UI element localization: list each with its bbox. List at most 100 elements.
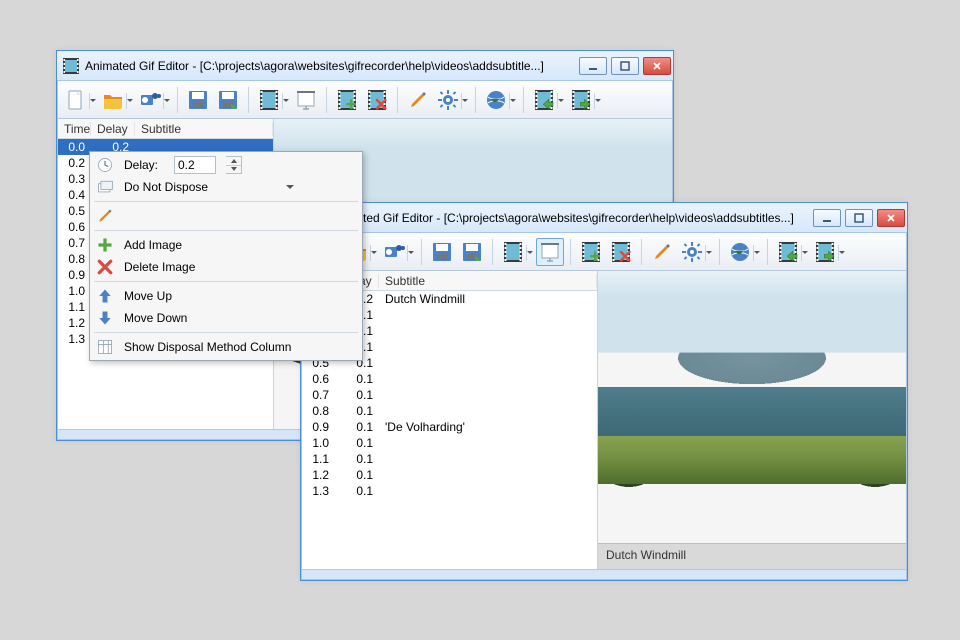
toolbar-add-frame[interactable] (333, 86, 361, 114)
dropdown-arrow-icon[interactable] (801, 245, 808, 261)
spinner-down[interactable] (226, 166, 241, 174)
dropdown-arrow-icon[interactable] (407, 245, 414, 261)
toolbar-record-camera[interactable] (380, 238, 408, 266)
table-row[interactable]: 0.70.1 (302, 387, 597, 403)
dropdown-arrow-icon[interactable] (594, 93, 601, 109)
toolbar-upload-web[interactable] (482, 86, 510, 114)
cell-time: 0.7 (58, 236, 91, 250)
dropdown-arrow-icon[interactable] (705, 245, 712, 261)
delay-input[interactable] (174, 156, 216, 174)
toolbar-save[interactable] (428, 238, 456, 266)
cell-subtitle: 'De Volharding' (379, 420, 597, 434)
dropdown-arrow-icon[interactable] (370, 245, 377, 261)
table-row[interactable]: 0.90.1'De Volharding' (302, 419, 597, 435)
toolbar-upload-web[interactable] (726, 238, 754, 266)
col-subtitle[interactable]: Subtitle (135, 122, 273, 136)
maximize-button[interactable] (845, 209, 873, 227)
frame-preview-image (598, 271, 906, 543)
menu-dispose[interactable]: Do Not Dispose (92, 176, 360, 198)
cell-delay: 0.1 (335, 436, 379, 450)
toolbar-open-folder[interactable] (99, 86, 127, 114)
dropdown-arrow-icon[interactable] (163, 93, 170, 109)
toolbar-save-as[interactable] (214, 86, 242, 114)
minimize-button[interactable] (579, 57, 607, 75)
dropdown-arrow-icon[interactable] (89, 93, 96, 109)
toolbar-export-left[interactable] (774, 238, 802, 266)
toolbar-add-frame[interactable] (577, 238, 605, 266)
dropdown-arrow-icon[interactable] (557, 93, 564, 109)
col-delay[interactable]: Delay (91, 122, 135, 136)
titlebar[interactable]: Animated Gif Editor - [C:\projects\agora… (301, 203, 907, 233)
dropdown-arrow-icon[interactable] (126, 93, 133, 109)
toolbar-new-file[interactable] (62, 86, 90, 114)
table-row[interactable]: 0.60.1 (302, 371, 597, 387)
dropdown-arrow-icon[interactable] (526, 245, 533, 261)
cell-time: 0.5 (58, 204, 91, 218)
toolbar-edit-frame[interactable] (404, 86, 432, 114)
toolbar-projector-screen[interactable] (292, 86, 320, 114)
toolbar-delete-frame[interactable] (607, 238, 635, 266)
cell-time: 1.0 (302, 436, 335, 450)
toolbar-edit-frame[interactable] (648, 238, 676, 266)
dropdown-arrow-icon[interactable] (461, 93, 468, 109)
menu-show-disposal[interactable]: Show Disposal Method Column (92, 336, 360, 358)
toolbar-preview-film[interactable] (499, 238, 527, 266)
menu-edit-subtitle[interactable]: - (92, 205, 360, 227)
spinner-up[interactable] (226, 157, 241, 166)
cell-time: 0.9 (58, 268, 91, 282)
cell-time: 1.3 (58, 332, 91, 346)
col-subtitle[interactable]: Subtitle (379, 274, 597, 288)
table-row[interactable]: 1.30.1 (302, 483, 597, 499)
cell-delay: 0.1 (335, 452, 379, 466)
delay-spinner[interactable] (226, 156, 242, 174)
col-time[interactable]: Time (58, 122, 91, 136)
menu-move-down[interactable]: Move Down (92, 307, 360, 329)
cell-time: 1.2 (58, 316, 91, 330)
toolbar-save[interactable] (184, 86, 212, 114)
toolbar-settings-gear[interactable] (678, 238, 706, 266)
toolbar-export-right[interactable] (811, 238, 839, 266)
clock-icon (96, 156, 114, 174)
arrow-down-icon (96, 309, 114, 327)
dropdown-arrow-icon[interactable] (282, 93, 289, 109)
toolbar-export-left[interactable] (530, 86, 558, 114)
cell-time: 0.0 (58, 140, 91, 154)
toolbar-settings-gear[interactable] (434, 86, 462, 114)
cell-time: 0.9 (302, 420, 335, 434)
menu-add-image[interactable]: Add Image (92, 234, 360, 256)
close-button[interactable] (877, 209, 905, 227)
cell-time: 1.1 (302, 452, 335, 466)
menu-delay-label: Delay: (124, 158, 164, 172)
cross-icon (96, 258, 114, 276)
table-row[interactable]: 0.80.1 (302, 403, 597, 419)
close-button[interactable] (643, 57, 671, 75)
toolbar-delete-frame[interactable] (363, 86, 391, 114)
titlebar[interactable]: Animated Gif Editor - [C:\projects\agora… (57, 51, 673, 81)
dropdown-arrow-icon[interactable] (838, 245, 845, 261)
cell-time: 0.6 (58, 220, 91, 234)
menu-delay-row: Delay: (92, 154, 360, 176)
cell-time: 0.2 (58, 156, 91, 170)
window-title: Animated Gif Editor - [C:\projects\agora… (85, 59, 579, 73)
app-icon (63, 58, 79, 74)
window-front: Animated Gif Editor - [C:\projects\agora… (300, 202, 908, 581)
toolbar-save-as[interactable] (458, 238, 486, 266)
cell-time: 0.4 (58, 188, 91, 202)
toolbar-export-right[interactable] (567, 86, 595, 114)
table-row[interactable]: 1.00.1 (302, 435, 597, 451)
toolbar-preview-film[interactable] (255, 86, 283, 114)
cell-time: 0.8 (58, 252, 91, 266)
cell-time: 1.2 (302, 468, 335, 482)
dropdown-arrow-icon[interactable] (753, 245, 760, 261)
maximize-button[interactable] (611, 57, 639, 75)
menu-move-up[interactable]: Move Up (92, 285, 360, 307)
toolbar-projector-screen[interactable] (536, 238, 564, 266)
toolbar-record-camera[interactable] (136, 86, 164, 114)
minimize-button[interactable] (813, 209, 841, 227)
cell-delay: 0.1 (335, 484, 379, 498)
cell-time: 1.1 (58, 300, 91, 314)
table-row[interactable]: 1.20.1 (302, 467, 597, 483)
table-row[interactable]: 1.10.1 (302, 451, 597, 467)
dropdown-arrow-icon[interactable] (509, 93, 516, 109)
menu-delete-image[interactable]: Delete Image (92, 256, 360, 278)
